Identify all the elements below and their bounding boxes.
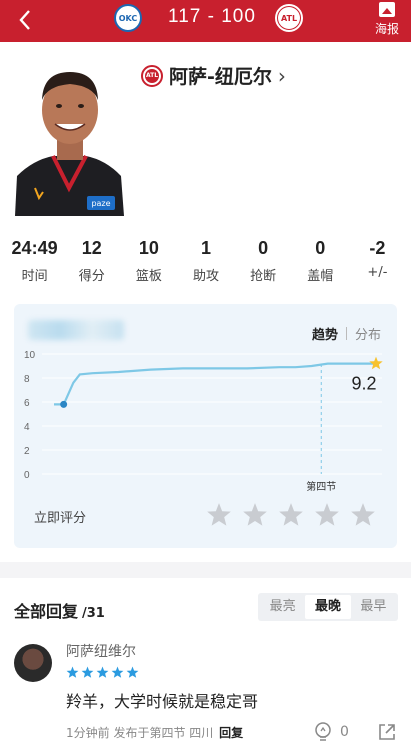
replies-header: 全部回复/31 xyxy=(14,598,105,622)
rate-star-icon[interactable] xyxy=(206,502,232,528)
stat-label: 助攻 xyxy=(192,269,219,284)
rate-star-icon[interactable] xyxy=(278,502,304,528)
user-rating-stars xyxy=(66,664,139,678)
stat-minutes: 24:49 时间 xyxy=(6,238,63,284)
chevron-left-icon xyxy=(19,10,30,30)
team-badge-icon: ATL xyxy=(141,64,163,87)
svg-text:paze: paze xyxy=(91,199,110,208)
poster-button[interactable]: 海报 xyxy=(371,0,403,40)
rate-star-icon[interactable] xyxy=(242,502,268,528)
y-tick-label: 6 xyxy=(24,398,30,409)
rating-series-line xyxy=(54,362,376,406)
away-team-abbr: ATL xyxy=(278,7,300,29)
game-score: 117 - 100 xyxy=(168,6,256,27)
rate-star-icon[interactable] xyxy=(350,502,376,528)
stat-blocks: 0 盖帽 xyxy=(292,238,349,284)
stat-value: 24:49 xyxy=(11,238,58,258)
stat-rebounds: 10 篮板 xyxy=(120,238,177,284)
player-card: paze ATL 阿萨-纽厄尔 › 24:49 时间 12 得分 10 篮板 1 助攻 … xyxy=(0,42,411,562)
stat-label: 盖帽 xyxy=(307,269,334,284)
reply-meta: 1分钟前 发布于第四节 四川 回复 xyxy=(66,724,243,741)
stat-assists: 1 助攻 xyxy=(177,238,234,284)
sort-brightest[interactable]: 最亮 xyxy=(260,595,305,619)
team-badge-text: ATL xyxy=(145,68,159,83)
tab-divider xyxy=(345,327,347,340)
user-star-icon xyxy=(126,664,139,678)
rate-now-label: 立即评分 xyxy=(34,511,87,526)
player-photo: paze xyxy=(13,64,126,216)
rating-stars xyxy=(206,502,376,528)
stat-label: 时间 xyxy=(21,269,48,284)
like-button[interactable]: 0 xyxy=(314,722,349,742)
top-bar: OKC 117 - 100 ATL 海报 xyxy=(0,0,411,42)
replies-count: /31 xyxy=(82,606,105,621)
poster-label: 海报 xyxy=(374,22,399,36)
stat-value: 12 xyxy=(81,238,102,258)
stat-label: 篮板 xyxy=(135,269,162,284)
replies-section: 全部回复/31 最亮 最晚 最早 阿萨纽维尔 羚羊，大学时候就是稳定哥 1分钟前… xyxy=(0,578,411,749)
lightbulb-icon xyxy=(315,722,331,741)
away-team-logo[interactable]: ATL xyxy=(275,4,303,32)
stat-plus-minus: -2 +/- xyxy=(349,238,406,284)
rating-tabs: 趋势 分布 xyxy=(312,324,381,343)
player-name-link[interactable]: ATL 阿萨-纽厄尔 › xyxy=(141,62,286,89)
y-tick-label: 8 xyxy=(24,374,30,385)
sort-latest[interactable]: 最晚 xyxy=(305,595,351,619)
stat-label: 抢断 xyxy=(250,269,277,284)
stat-value: -2 xyxy=(369,238,386,258)
reply-time-location: 1分钟前 发布于第四节 四川 xyxy=(66,726,214,740)
avatar[interactable] xyxy=(14,644,52,682)
stat-value: 0 xyxy=(315,238,326,258)
player-name: 阿萨-纽厄尔 xyxy=(169,66,272,88)
like-count: 0 xyxy=(340,724,349,740)
y-tick-label: 10 xyxy=(24,350,36,361)
user-star-icon xyxy=(81,664,94,678)
user-star-icon xyxy=(111,664,124,678)
back-button[interactable] xyxy=(14,8,38,32)
sort-tabs: 最亮 最晚 最早 xyxy=(258,593,398,621)
replies-title: 全部回复 xyxy=(14,602,79,621)
stat-steals: 0 抢断 xyxy=(235,238,292,284)
stat-label: +/- xyxy=(367,265,388,280)
stat-points: 12 得分 xyxy=(63,238,120,284)
start-point xyxy=(60,400,68,408)
y-tick-label: 2 xyxy=(24,446,30,457)
sort-earliest[interactable]: 最早 xyxy=(351,595,396,619)
rating-trend-chart: 0 2 4 6 8 10 第四节 9.2 xyxy=(24,350,383,493)
image-icon xyxy=(379,2,395,17)
chevron-right-icon: › xyxy=(277,63,286,88)
stat-value: 0 xyxy=(258,238,269,258)
reply-text: 羚羊，大学时候就是稳定哥 xyxy=(66,692,259,711)
home-team-logo[interactable]: OKC xyxy=(114,4,142,32)
rate-star-icon[interactable] xyxy=(314,502,340,528)
reply-button[interactable]: 回复 xyxy=(219,726,243,740)
quarter-marker-label: 第四节 xyxy=(306,480,336,493)
blurred-text xyxy=(28,320,124,340)
user-star-icon xyxy=(96,664,109,678)
tab-distribution[interactable]: 分布 xyxy=(355,324,381,343)
reply-username[interactable]: 阿萨纽维尔 xyxy=(66,641,136,661)
user-star-icon xyxy=(66,664,79,678)
stat-label: 得分 xyxy=(78,269,105,284)
rating-panel: 趋势 分布 0 2 4 6 8 10 第四节 9.2 立即评分 xyxy=(14,304,397,548)
player-stats: 24:49 时间 12 得分 10 篮板 1 助攻 0 抢断 0 盖帽 -2 +/- xyxy=(6,238,406,284)
current-score-label: 9.2 xyxy=(351,374,376,394)
y-tick-label: 0 xyxy=(24,470,30,481)
y-tick-label: 4 xyxy=(24,422,30,433)
stat-value: 1 xyxy=(200,238,211,258)
share-icon[interactable] xyxy=(378,723,396,741)
end-star-icon xyxy=(369,356,383,370)
tab-trend[interactable]: 趋势 xyxy=(312,324,338,343)
stat-value: 10 xyxy=(138,238,159,258)
home-team-abbr: OKC xyxy=(118,13,138,23)
